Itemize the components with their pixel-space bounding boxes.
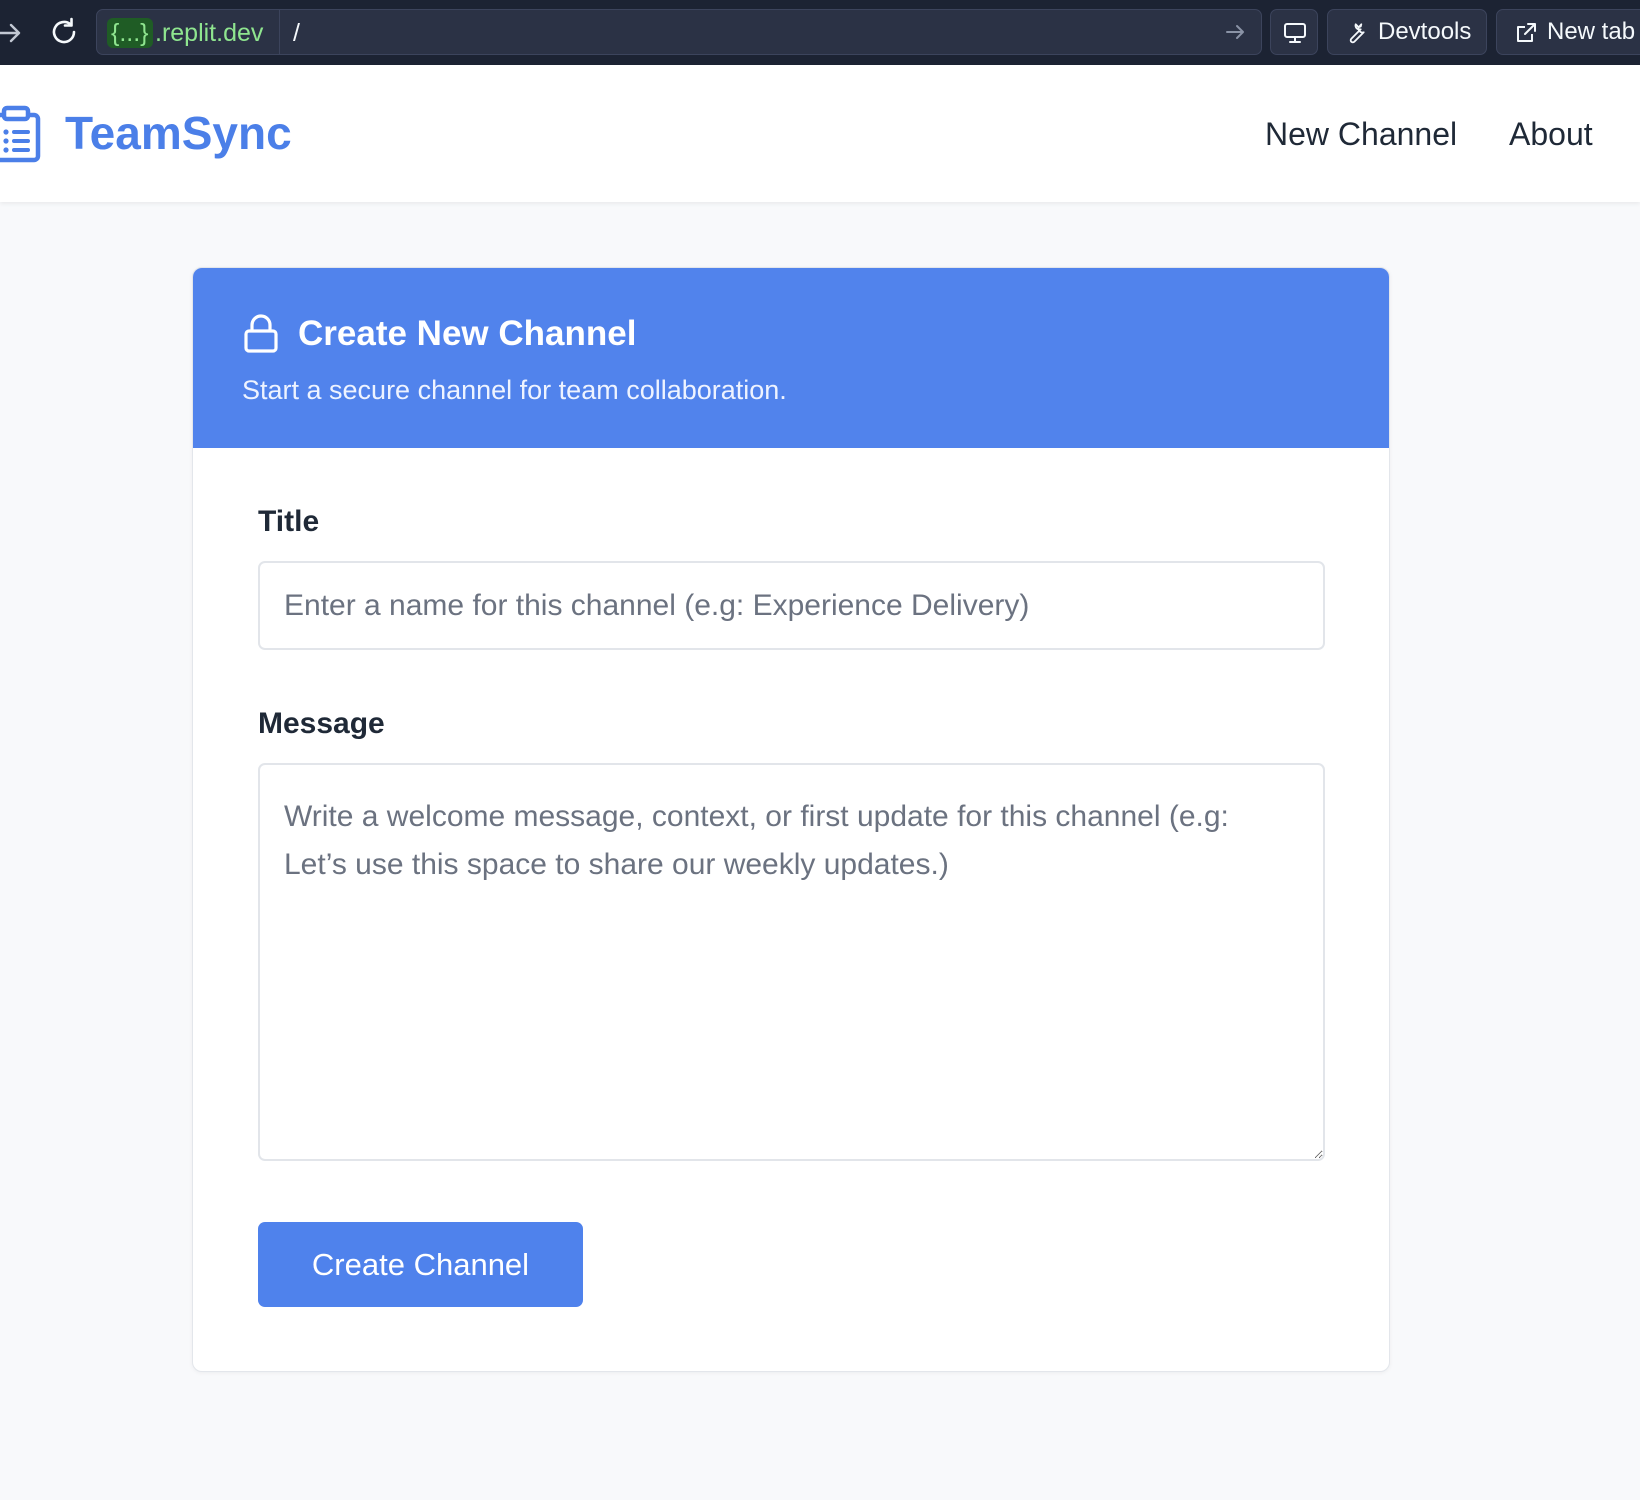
- external-link-icon: [1517, 23, 1536, 42]
- create-channel-card: Create New Channel Start a secure channe…: [192, 267, 1390, 1372]
- site-header: TeamSync New Channel About: [0, 65, 1640, 202]
- nav-new-channel[interactable]: New Channel: [1265, 114, 1457, 154]
- arrow-right-icon[interactable]: [0, 20, 22, 46]
- browser-toolbar: {...} .replit.dev / Devtools New tab: [0, 0, 1640, 65]
- clipboard-list-icon[interactable]: [0, 105, 42, 163]
- message-textarea[interactable]: [258, 763, 1325, 1161]
- monitor-icon: [1284, 23, 1306, 43]
- go-arrow-icon[interactable]: [1225, 22, 1247, 42]
- devtools-label: Devtools: [1378, 18, 1472, 45]
- brand-name[interactable]: TeamSync: [65, 107, 292, 159]
- url-path[interactable]: /: [293, 18, 300, 48]
- devtools-button[interactable]: Devtools: [1327, 9, 1487, 55]
- create-channel-button[interactable]: Create Channel: [258, 1222, 583, 1307]
- wrench-icon: [1349, 23, 1365, 44]
- url-divider: [279, 10, 280, 54]
- card-header: Create New Channel Start a secure channe…: [193, 268, 1389, 448]
- nav-about[interactable]: About: [1509, 114, 1593, 154]
- new-tab-button[interactable]: New tab: [1496, 9, 1640, 55]
- card-title: Create New Channel: [298, 314, 637, 353]
- card-subtitle: Start a secure channel for team collabor…: [242, 375, 787, 405]
- lock-icon: [244, 314, 278, 353]
- url-bar[interactable]: {...} .replit.dev /: [96, 9, 1262, 55]
- title-label: Title: [258, 505, 320, 538]
- new-tab-label: New tab: [1547, 18, 1636, 45]
- url-domain: .replit.dev: [155, 19, 264, 47]
- message-label: Message: [258, 707, 385, 740]
- screen-button[interactable]: [1270, 9, 1318, 55]
- title-input[interactable]: [258, 561, 1325, 650]
- url-badge: {...}: [107, 18, 153, 48]
- reload-icon[interactable]: [48, 16, 80, 48]
